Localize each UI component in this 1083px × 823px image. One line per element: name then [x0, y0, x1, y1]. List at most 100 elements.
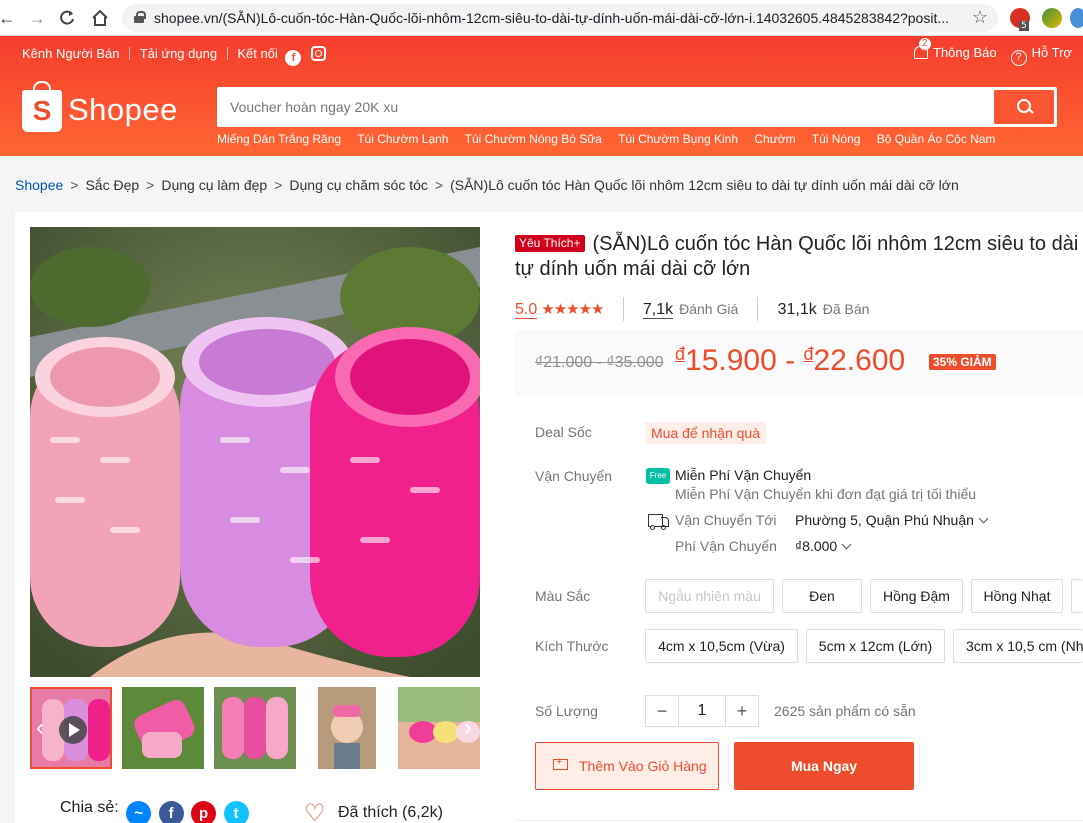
site-header: Kênh Người Bán Tải ứng dụng Kết nối f 2T…	[0, 36, 1083, 156]
price-box: ₫21.000 - ₫35.000 đ15.900 - đ22.600 35% …	[515, 330, 1083, 396]
size-option-small[interactable]: 3cm x 10,5 cm (Nhỏ)	[953, 629, 1083, 663]
shopee-logo[interactable]: S Shopee	[22, 81, 182, 134]
size-label: Kích Thước	[535, 638, 609, 654]
ship-fee-dropdown[interactable]: ₫8.000	[795, 538, 852, 554]
thumbnail-next-icon[interactable]: ›	[460, 714, 476, 742]
breadcrumb-link[interactable]: Shopee	[15, 177, 63, 193]
url-text: shopee.vn/(SẴN)Lô-cuốn-tóc-Hàn-Quốc-lõi-…	[154, 10, 950, 26]
size-option-large[interactable]: 5cm x 12cm (Lớn)	[806, 629, 945, 663]
lock-icon	[134, 11, 146, 23]
color-option-more[interactable]	[1071, 579, 1083, 613]
breadcrumb-link[interactable]: Dụng cụ chăm sóc tóc	[289, 177, 428, 193]
search-hint[interactable]: Túi Chườm Bụng Kinh	[618, 132, 738, 146]
cart-icon	[550, 756, 570, 775]
search-hint[interactable]: Túi Chườm Nóng Bò Sữa	[465, 132, 602, 146]
search-hint[interactable]: Túi Chườm Lạnh	[357, 132, 448, 146]
free-shipping-note: Miễn Phí Vận Chuyển khi đơn đạt giá trị …	[675, 486, 977, 502]
search-hint[interactable]: Túi Nóng	[812, 132, 861, 146]
thumbnail-image[interactable]	[214, 687, 296, 769]
twitter-icon[interactable]: t	[223, 801, 249, 823]
ship-to-dropdown[interactable]: Phường 5, Quận Phú Nhuận	[795, 512, 989, 528]
globe-extension-icon[interactable]	[1042, 8, 1062, 28]
rating-row: 5.0 ★★★★★ 7,1k Đánh Giá 31,1k Đã Bán	[515, 297, 869, 321]
chevron-down-icon	[978, 513, 989, 524]
search-bar	[217, 87, 1057, 127]
chevron-right-icon: >	[70, 177, 79, 193]
forward-icon[interactable]: →	[28, 6, 46, 30]
download-app-link[interactable]: Tải ứng dụng	[140, 46, 217, 61]
product-title-text: (SẴN)Lô cuốn tóc Hàn Quốc lõi nhôm 12cm …	[515, 233, 1079, 280]
connect-label: Kết nối	[237, 46, 278, 61]
shipping-label: Vận Chuyển	[535, 468, 613, 484]
discount-badge: 35% GIẢM	[929, 354, 996, 370]
pinterest-icon[interactable]: p	[191, 801, 217, 823]
sold-count: 31,1k	[777, 301, 817, 318]
search-hint[interactable]: Chườm	[754, 132, 795, 146]
instagram-icon[interactable]	[311, 46, 327, 61]
rating-stars-icon: ★★★★★	[541, 301, 604, 318]
search-hint[interactable]: Miếng Dán Trắng Răng	[217, 132, 341, 146]
quantity-input[interactable]: 1	[678, 696, 726, 726]
color-option-light-pink[interactable]: Hồng Nhạt	[971, 579, 1063, 613]
bookmark-star-icon[interactable]: ☆	[972, 7, 988, 28]
breadcrumb-link[interactable]: Sắc Đẹp	[85, 177, 139, 193]
thumbnail-image[interactable]	[122, 687, 204, 769]
divider	[622, 297, 624, 321]
facebook-icon[interactable]: f	[285, 50, 302, 66]
reviews-label: Đánh Giá	[679, 301, 739, 317]
divider	[515, 820, 1083, 821]
divider	[226, 47, 228, 60]
product-title: Yêu Thích+ (SẴN)Lô cuốn tóc Hàn Quốc lõi …	[515, 232, 1083, 282]
stock-text: 2625 sản phẩm có sẵn	[774, 703, 916, 719]
home-icon[interactable]	[90, 8, 110, 28]
notifications-link[interactable]: Thông Báo	[933, 45, 997, 60]
deal-tag[interactable]: Mua để nhận quà	[645, 422, 766, 444]
search-hint[interactable]: Bộ Quần Áo Cộc Nam	[877, 132, 996, 146]
help-link[interactable]: Hỗ Trợ	[1032, 45, 1072, 60]
color-option-random[interactable]: Ngẫu nhiên màu	[645, 579, 774, 613]
thumbnail-prev-icon[interactable]: ‹	[32, 714, 48, 742]
notification-count: 2	[919, 38, 931, 50]
seller-channel-link[interactable]: Kênh Người Bán	[22, 46, 119, 61]
rating-score[interactable]: 5.0	[515, 301, 538, 319]
address-bar[interactable]: shopee.vn/(SẴN)Lô-cuốn-tóc-Hàn-Quốc-lõi-…	[122, 4, 998, 32]
search-input[interactable]	[219, 89, 989, 125]
extension-icon[interactable]	[1070, 8, 1083, 28]
chevron-right-icon: >	[274, 177, 283, 193]
color-option-dark-pink[interactable]: Hồng Đậm	[870, 579, 963, 613]
share-bar: Chia sẻ: ~ f p t	[60, 799, 249, 823]
search-hints: Miếng Dán Trắng Răng Túi Chườm Lạnh Túi …	[217, 132, 1009, 146]
product-main-image[interactable]	[30, 227, 480, 677]
minus-icon[interactable]: −	[646, 696, 678, 726]
share-label: Chia sẻ:	[60, 799, 119, 816]
help-icon[interactable]: ?	[1010, 50, 1027, 66]
thumbnail-image[interactable]	[306, 687, 388, 769]
ship-to-label: Vận Chuyển Tới	[675, 512, 777, 528]
facebook-share-icon[interactable]: f	[158, 801, 184, 823]
color-option-black[interactable]: Đen	[782, 579, 862, 613]
current-price: đ15.900 - đ22.600	[675, 344, 906, 377]
breadcrumb-current: (SẴN)Lô cuốn tóc Hàn Quốc lõi nhôm 12cm …	[450, 177, 959, 193]
reload-icon[interactable]	[58, 9, 76, 27]
back-icon[interactable]: ←	[0, 6, 16, 30]
free-shipping-icon: Free	[646, 468, 670, 484]
add-to-cart-button[interactable]: Thêm Vào Giỏ Hàng	[535, 742, 719, 790]
plus-icon[interactable]: +	[726, 696, 758, 726]
top-nav: Kênh Người Bán Tải ứng dụng Kết nối f	[22, 46, 327, 66]
chevron-right-icon: >	[434, 177, 444, 193]
breadcrumb-link[interactable]: Dụng cụ làm đẹp	[161, 177, 267, 193]
truck-icon	[648, 512, 670, 530]
search-button[interactable]	[994, 90, 1054, 124]
reviews-count[interactable]: 7,1k	[642, 301, 674, 319]
bell-icon[interactable]: 2	[912, 38, 931, 60]
size-option-medium[interactable]: 4cm x 10,5cm (Vừa)	[645, 629, 798, 663]
buy-now-button[interactable]: Mua Ngay	[734, 742, 914, 790]
breadcrumb: Shopee > Sắc Đẹp > Dụng cụ làm đẹp > Dụng cụ c…	[15, 177, 959, 193]
divider	[129, 47, 131, 60]
like-button[interactable]: ♡ Đã thích (6,2k)	[304, 799, 443, 823]
free-shipping-title: Miễn Phí Vận Chuyển	[675, 467, 812, 483]
messenger-icon[interactable]: ~	[126, 801, 152, 823]
logo-text: Shopee	[68, 92, 178, 127]
ship-fee-label: Phí Vận Chuyển	[675, 538, 777, 554]
favorite-badge: Yêu Thích+	[515, 235, 585, 252]
